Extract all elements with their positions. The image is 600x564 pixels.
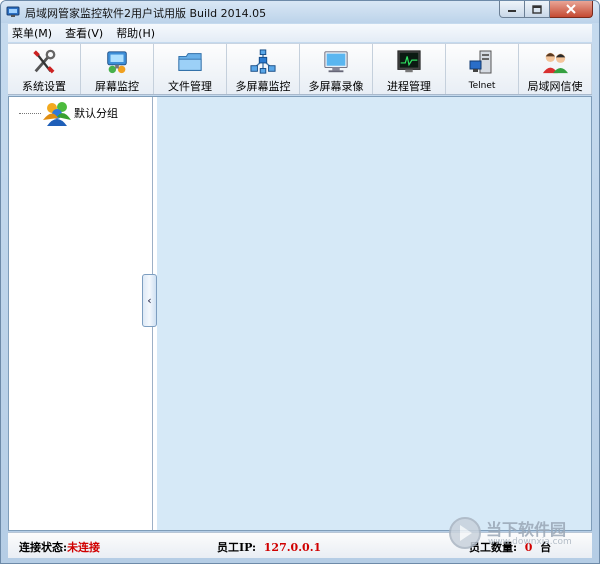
- menu-view[interactable]: 查看(V): [65, 25, 103, 41]
- process-icon: [397, 50, 421, 73]
- monitor-icon: [324, 51, 348, 73]
- lan-messenger-button[interactable]: 局域网信使: [519, 44, 592, 94]
- file-manage-label: 文件管理: [168, 80, 212, 93]
- monitor-view-pane[interactable]: [157, 97, 591, 530]
- telnet-label: Telnet: [468, 81, 496, 91]
- process-manage-label: 进程管理: [387, 80, 431, 93]
- system-settings-button[interactable]: 系统设置: [8, 44, 81, 94]
- screen-monitor-icon: [107, 51, 127, 74]
- employee-ip-label: 员工IP:: [217, 541, 257, 554]
- network-icon: [250, 49, 276, 74]
- menu-main[interactable]: 菜单(M): [12, 25, 52, 41]
- connection-status-label: 连接状态:: [19, 541, 68, 554]
- tree-node-default-group[interactable]: 默认分组: [19, 100, 118, 126]
- menu-bar: 菜单(M) 查看(V) 帮助(H): [8, 24, 592, 42]
- watermark-logo-icon: [449, 517, 481, 549]
- close-button[interactable]: [550, 1, 593, 18]
- menu-help[interactable]: 帮助(H): [116, 25, 155, 41]
- content-area: 默认分组 ‹: [8, 96, 592, 531]
- app-window: 局域网管家监控软件2用户试用版 Build 2014.05 菜单(M) 查看(V…: [0, 0, 600, 564]
- minimize-button[interactable]: [499, 1, 525, 18]
- chevron-left-icon: ‹: [147, 294, 152, 307]
- multi-screen-record-label: 多屏幕录像: [308, 80, 364, 93]
- close-icon: [566, 4, 576, 14]
- user-group-icon: [43, 102, 71, 126]
- folder-icon: [178, 53, 202, 71]
- users-chat-icon: [542, 52, 568, 74]
- multi-screen-record-button[interactable]: 多屏幕录像: [300, 44, 373, 94]
- tools-icon: [33, 49, 56, 74]
- lan-messenger-label: 局域网信使: [527, 80, 583, 93]
- group-tree[interactable]: 默认分组: [9, 97, 153, 530]
- collapse-panel-button[interactable]: ‹: [142, 274, 157, 327]
- watermark-url: www.downxia.com: [488, 537, 572, 547]
- toolbar: 系统设置 屏幕监控 文件管理 多屏幕监控 多屏幕录像 进程管理 Telnet 局…: [8, 43, 592, 95]
- employee-ip-value: 127.0.0.1: [263, 541, 322, 554]
- connection-status-value: 未连接: [67, 541, 101, 554]
- title-bar[interactable]: 局域网管家监控软件2用户试用版 Build 2014.05: [1, 1, 599, 23]
- multi-screen-monitor-label: 多屏幕监控: [235, 80, 291, 93]
- system-settings-label: 系统设置: [22, 80, 66, 93]
- app-icon: [6, 6, 20, 17]
- multi-screen-monitor-button[interactable]: 多屏幕监控: [227, 44, 300, 94]
- window-controls: [499, 1, 593, 19]
- tree-node-label: 默认分组: [74, 107, 118, 120]
- watermark: 当下软件园 www.downxia.com: [446, 514, 596, 554]
- employee-ip: 员工IP: 127.0.0.1: [217, 539, 321, 555]
- screen-monitor-label: 屏幕监控: [95, 80, 139, 93]
- telnet-button[interactable]: Telnet: [446, 44, 519, 94]
- maximize-button[interactable]: [525, 1, 550, 18]
- minimize-icon: [508, 10, 516, 12]
- window-title: 局域网管家监控软件2用户试用版 Build 2014.05: [25, 7, 267, 20]
- server-icon: [469, 50, 492, 74]
- maximize-icon: [532, 4, 542, 14]
- process-manage-button[interactable]: 进程管理: [373, 44, 446, 94]
- connection-status: 连接状态:未连接: [19, 539, 100, 555]
- tree-connector: [19, 112, 41, 114]
- screen-monitor-button[interactable]: 屏幕监控: [81, 44, 154, 94]
- file-manage-button[interactable]: 文件管理: [154, 44, 227, 94]
